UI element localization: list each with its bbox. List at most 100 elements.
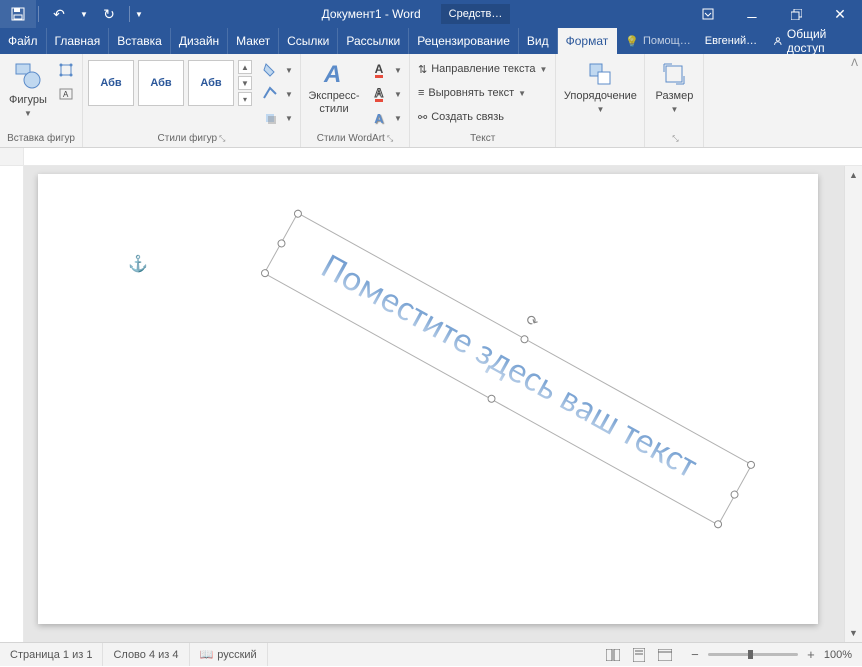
language-indicator[interactable]: 📖русский (190, 643, 268, 666)
read-mode-button[interactable] (600, 643, 626, 667)
resize-handle-bm[interactable] (486, 393, 497, 404)
page-scroll[interactable]: ⚓ Поместите здесь ваш текст ⟳ (24, 166, 844, 642)
rotate-handle[interactable]: ⟳ (523, 311, 545, 333)
tab-references[interactable]: Ссылки (279, 28, 338, 54)
share-icon (773, 35, 783, 47)
text-effects-button[interactable]: A (368, 107, 390, 129)
vertical-ruler[interactable] (0, 166, 24, 642)
group-insert-shapes: Фигуры ▼ A Вставка фигур (0, 54, 83, 147)
undo-button[interactable]: ↶ (41, 0, 77, 28)
undo-icon: ↶ (53, 6, 65, 23)
edit-shape-button[interactable] (55, 59, 77, 81)
page-indicator[interactable]: Страница 1 из 1 (0, 643, 103, 666)
arrange-button[interactable]: Упорядочение ▼ (560, 58, 640, 116)
group-text: ⇅Направление текста▼ ≡Выровнять текст▼ ⚯… (410, 54, 556, 147)
ribbon-display-button[interactable] (686, 0, 730, 28)
arrange-icon (586, 60, 614, 88)
resize-handle-bl[interactable] (260, 268, 271, 279)
share-button[interactable]: Общий доступ (763, 27, 862, 55)
shape-outline-dropdown[interactable]: ▼ (283, 83, 295, 105)
status-bar: Страница 1 из 1 Слово 4 из 4 📖русский − … (0, 642, 862, 666)
undo-dropdown[interactable]: ▼ (77, 0, 91, 28)
shape-effects-button[interactable] (259, 107, 281, 129)
qat-customize[interactable]: ▼ (132, 0, 146, 28)
wordart-object[interactable]: Поместите здесь ваш текст ⟳ (264, 212, 753, 525)
zoom-level[interactable]: 100% (824, 649, 852, 661)
edit-shape-icon (59, 63, 73, 77)
wordart-text[interactable]: Поместите здесь ваш текст (269, 214, 751, 518)
text-fill-dropdown[interactable]: ▼ (392, 59, 404, 81)
tab-format[interactable]: Формат (558, 28, 618, 54)
wordart-a-icon: A (320, 60, 348, 88)
horizontal-ruler[interactable] (0, 148, 862, 166)
wordart-launcher[interactable]: ⤡ (387, 134, 393, 144)
tab-design[interactable]: Дизайн (171, 28, 228, 54)
group-label-shape-styles: Стили фигур (158, 133, 218, 144)
text-effects-dropdown[interactable]: ▼ (392, 107, 404, 129)
tab-file[interactable]: Файл (0, 28, 47, 54)
minimize-button[interactable]: _ (730, 0, 774, 28)
text-outline-dropdown[interactable]: ▼ (392, 83, 404, 105)
zoom-out-button[interactable]: − (688, 647, 702, 662)
shape-style-scroll[interactable]: ▲▼▾ (238, 60, 252, 106)
redo-button[interactable]: ↻ (91, 0, 127, 28)
effects-icon (262, 110, 278, 126)
shape-style-3[interactable]: Абв (188, 60, 234, 106)
group-size: Размер ▼ ⤡ (645, 54, 704, 147)
shape-fill-button[interactable] (259, 59, 281, 81)
scroll-down-button[interactable]: ▼ (845, 624, 862, 642)
tell-me[interactable]: 💡Помощ… (617, 35, 698, 48)
create-link-button[interactable]: ⚯Создать связь (414, 106, 551, 128)
collapse-ribbon-button[interactable]: ᐱ (851, 58, 858, 69)
text-outline-button[interactable]: A (368, 83, 390, 105)
print-layout-icon (633, 648, 645, 662)
size-button[interactable]: Размер ▼ (649, 58, 699, 116)
restore-icon (791, 9, 802, 20)
chevron-down-icon: ▼ (24, 109, 32, 118)
close-button[interactable]: ✕ (818, 0, 862, 28)
zoom-in-button[interactable]: + (804, 647, 818, 662)
resize-handle-br[interactable] (713, 519, 724, 530)
zoom-slider[interactable] (708, 653, 798, 656)
outline-icon (262, 86, 278, 102)
text-fill-button[interactable]: A (368, 59, 390, 81)
shape-style-2[interactable]: Абв (138, 60, 184, 106)
page[interactable]: ⚓ Поместите здесь ваш текст ⟳ (38, 174, 818, 624)
svg-text:A: A (63, 90, 69, 99)
lightbulb-icon: 💡 (625, 35, 639, 48)
anchor-icon: ⚓ (128, 254, 148, 274)
shape-styles-launcher[interactable]: ⤡ (219, 134, 225, 144)
shape-style-1[interactable]: Абв (88, 60, 134, 106)
shapes-button[interactable]: Фигуры ▼ (4, 58, 52, 120)
tab-mailings[interactable]: Рассылки (338, 28, 409, 54)
tab-home[interactable]: Главная (47, 28, 110, 54)
text-fill-icon: A (375, 63, 384, 78)
align-text-button[interactable]: ≡Выровнять текст▼ (414, 82, 551, 104)
tab-review[interactable]: Рецензирование (409, 28, 519, 54)
tab-insert[interactable]: Вставка (109, 28, 171, 54)
web-layout-button[interactable] (652, 643, 678, 667)
shape-effects-dropdown[interactable]: ▼ (283, 107, 295, 129)
draw-textbox-button[interactable]: A (55, 83, 77, 105)
size-launcher[interactable]: ⤡ (672, 134, 678, 144)
group-label-text: Текст (414, 131, 551, 147)
tab-view[interactable]: Вид (519, 28, 558, 54)
proofing-icon: 📖 (200, 648, 214, 661)
shape-fill-dropdown[interactable]: ▼ (283, 59, 295, 81)
tab-layout[interactable]: Макет (228, 28, 279, 54)
scroll-up-button[interactable]: ▲ (845, 166, 862, 184)
print-layout-button[interactable] (626, 643, 652, 667)
tab-strip: Файл Главная Вставка Дизайн Макет Ссылки… (0, 28, 862, 54)
text-direction-button[interactable]: ⇅Направление текста▼ (414, 58, 551, 80)
shape-outline-button[interactable] (259, 83, 281, 105)
vertical-scrollbar[interactable]: ▲ ▼ (844, 166, 862, 642)
group-label-wordart: Стили WordArt (317, 133, 385, 144)
restore-button[interactable] (774, 0, 818, 28)
save-button[interactable] (0, 0, 36, 28)
quick-styles-button[interactable]: A Экспресс-стили (305, 58, 363, 118)
group-arrange: Упорядочение ▼ (556, 54, 645, 147)
zoom-control: − + 100% (678, 647, 862, 662)
word-count[interactable]: Слово 4 из 4 (103, 643, 189, 666)
shapes-icon (12, 60, 44, 92)
user-name[interactable]: Евгений… (699, 35, 763, 47)
